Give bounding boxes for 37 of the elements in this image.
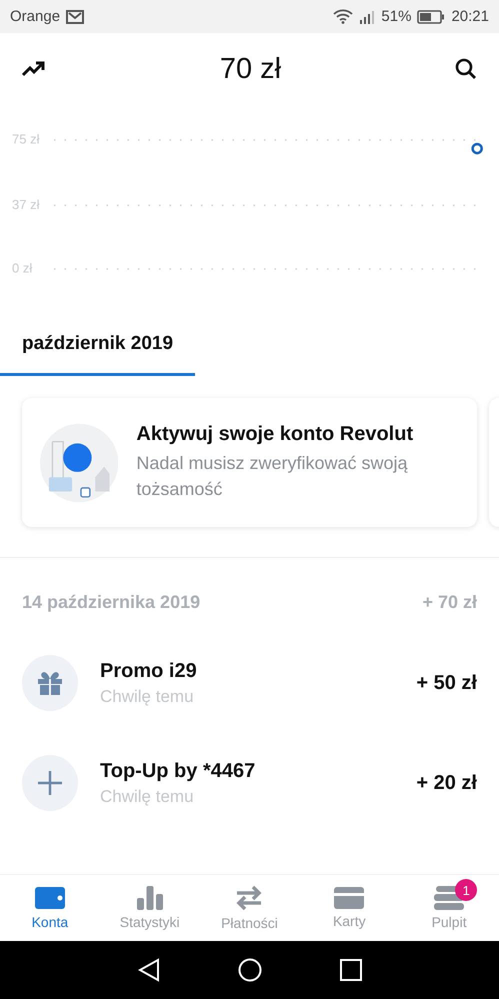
bar-chart-icon: [136, 886, 164, 910]
balance-amount: 70 zł: [220, 52, 282, 86]
day-total: + 70 zł: [422, 592, 477, 613]
clock: 20:21: [451, 8, 489, 25]
promo-subtitle: Nadal musisz zweryfikować swoją tożsamość: [136, 452, 408, 501]
transaction-amount: + 50 zł: [416, 672, 477, 694]
trend-up-icon[interactable]: [22, 61, 46, 77]
mail-icon: [66, 10, 84, 24]
carrier-name: Orange: [10, 8, 60, 25]
home-icon[interactable]: [238, 958, 262, 982]
nav-tab[interactable]: Statystyki: [100, 875, 200, 941]
search-icon[interactable]: [454, 58, 477, 80]
plus-icon: [38, 771, 62, 795]
signal-icon: [359, 10, 376, 24]
battery-icon: [417, 10, 446, 24]
notification-badge: 1: [455, 879, 478, 901]
nav-tab[interactable]: Płatności: [200, 875, 300, 941]
date-heading: 14 października 2019: [22, 592, 200, 613]
recents-icon[interactable]: [340, 959, 362, 981]
transaction-amount: + 20 zł: [416, 772, 477, 794]
battery-percent: 51%: [381, 8, 412, 25]
promo-title: Aktywuj swoje konto Revolut: [136, 423, 414, 446]
back-icon[interactable]: [138, 958, 160, 982]
transaction-time: Chwilę temu: [100, 786, 195, 806]
transaction-title[interactable]: Promo i29: [100, 660, 394, 682]
nav-tab[interactable]: Karty: [299, 875, 400, 941]
nav-tab[interactable]: Konta: [0, 875, 100, 941]
transaction-title[interactable]: Top-Up by *4467: [100, 760, 394, 782]
card-icon: [334, 887, 364, 909]
wifi-icon: [333, 9, 354, 24]
gift-icon: [37, 671, 63, 695]
transaction-time: Chwilę temu: [100, 686, 195, 706]
nav-tab[interactable]: Pulpit 1: [399, 875, 499, 941]
wallet-icon: [34, 886, 66, 910]
data-point: [471, 142, 483, 154]
promo-card[interactable]: Aktywuj swoje konto Revolut Nadal musisz zweryfikować swoją tożsamość: [22, 398, 477, 527]
month-tab[interactable]: październik 2019: [0, 323, 196, 376]
